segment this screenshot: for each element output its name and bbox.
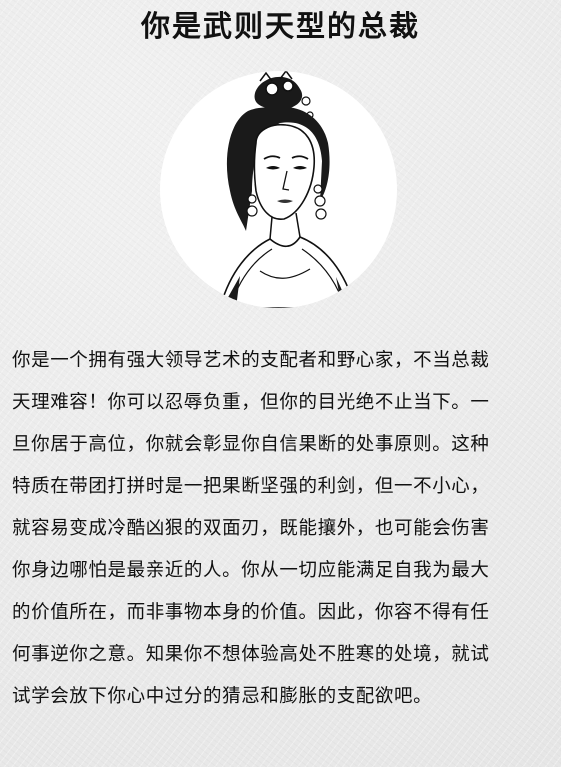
result-card: 你是武则天型的总裁 你是一个拥有强大领导艺术的支配者和野心家，不当总裁 天理难容… — [0, 0, 561, 767]
description-line: 的价值所在，而非事物本身的价值。因此，你容不得有任 — [12, 602, 490, 623]
description-line: 试学会放下你心中过分的猜忌和膨胀的支配欲吧。 — [12, 686, 433, 707]
page-title: 你是武则天型的总裁 — [140, 9, 420, 43]
portrait-circle — [160, 71, 397, 308]
empress-portrait-illustration — [219, 71, 356, 308]
description-text: 你是一个拥有强大领导艺术的支配者和野心家，不当总裁 天理难容！你可以忍辱负重，但… — [12, 340, 554, 718]
description-line: 你是一个拥有强大领导艺术的支配者和野心家，不当总裁 — [12, 350, 490, 371]
description-line: 就容易变成冷酷凶狠的双面刃，既能攘外，也可能会伤害 — [12, 518, 490, 539]
description-line: 天理难容！你可以忍辱负重，但你的目光绝不止当下。一 — [12, 392, 490, 413]
description-line: 何事逆你之意。知果你不想体验高处不胜寒的处境，就试 — [12, 644, 490, 665]
description-line: 特质在带团打拼时是一把果断坚强的利剑，但一不小心， — [12, 476, 490, 497]
description-line: 旦你居于高位，你就会彰显你自信果断的处事原则。这种 — [12, 434, 490, 455]
description-line: 你身边哪怕是最亲近的人。你从一切应能满足自我为最大 — [12, 560, 490, 581]
